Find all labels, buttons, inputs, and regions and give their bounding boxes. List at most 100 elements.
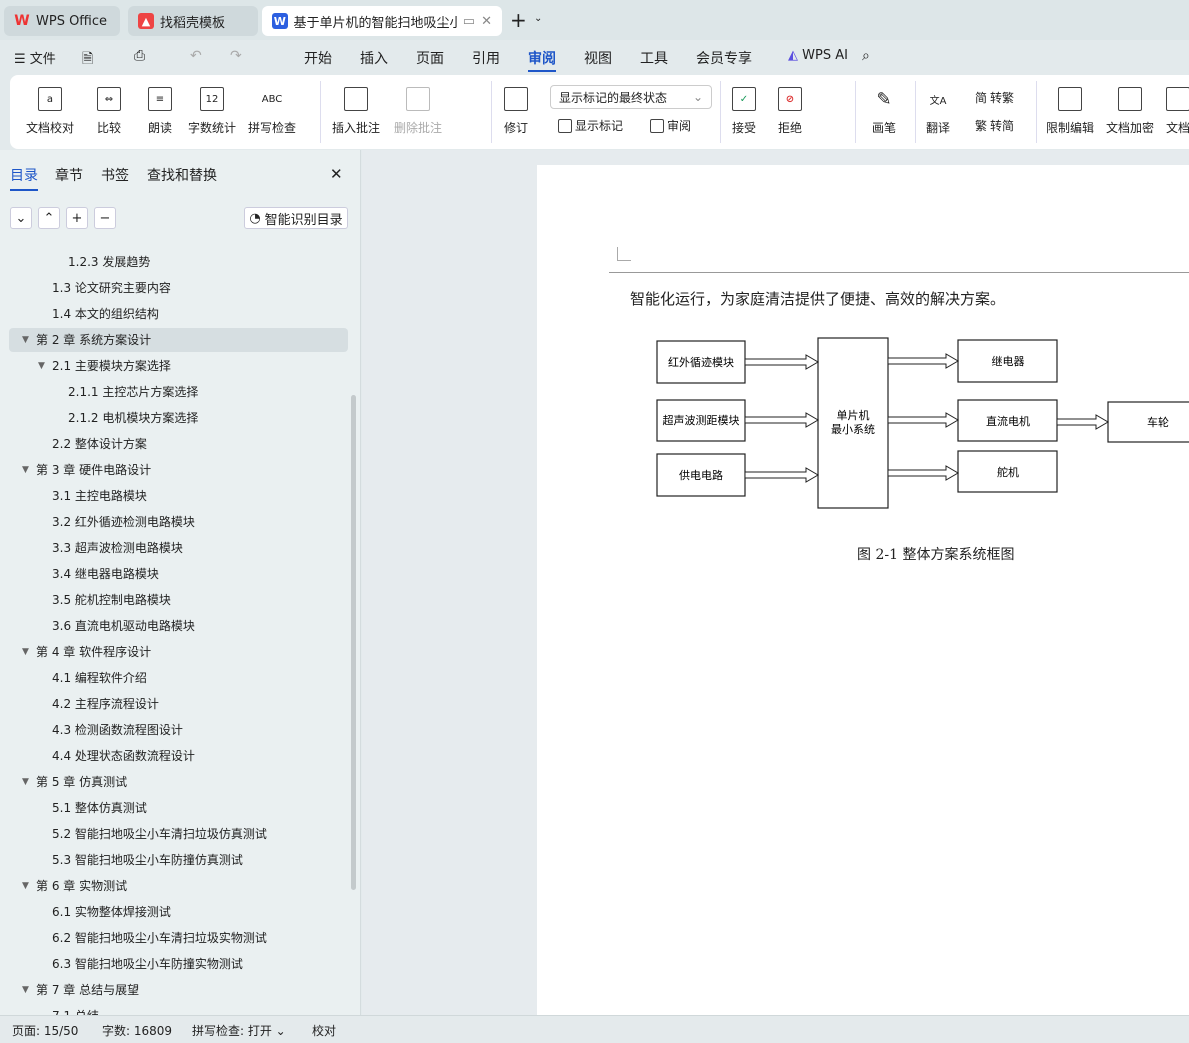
toc-item[interactable]: 1.4 本文的组织结构 [0, 302, 350, 326]
toc-item[interactable]: ▼ 第 3 章 硬件电路设计 [0, 458, 350, 482]
file-menu[interactable]: ☰ 文件 [14, 48, 56, 67]
toc-item[interactable]: 4.2 主程序流程设计 [0, 692, 350, 716]
toc-item-label: 3.1 主控电路模块 [52, 489, 147, 503]
spell-check-button[interactable]: ABC 拼写检查 [248, 75, 296, 136]
spell-check-status[interactable]: 拼写检查: 打开 ⌄ [192, 1022, 286, 1039]
expand-triangle-icon[interactable]: ▼ [38, 354, 45, 378]
redo-icon[interactable]: ↷ [230, 48, 242, 64]
markup-select[interactable]: 显示标记的最终状态 ⌄ [550, 85, 712, 109]
insert-comment-button[interactable]: 插入批注 [332, 75, 380, 136]
word-count[interactable]: 字数: 16809 [102, 1022, 172, 1039]
toc-item[interactable]: 3.3 超声波检测电路模块 [0, 536, 350, 560]
tab-bookmarks[interactable]: 书签 [101, 165, 129, 185]
label-power: 供电电路 [679, 468, 723, 482]
proofread-button[interactable]: a 文档校对 [26, 75, 74, 136]
toc-item[interactable]: 1.3 论文研究主要内容 [0, 276, 350, 300]
to-traditional-button[interactable]: 简转繁 [975, 89, 1014, 106]
label-us: 超声波测距模块 [663, 413, 740, 427]
divider [720, 81, 721, 143]
toc-item[interactable]: ▼ 第 7 章 总结与展望 [0, 978, 350, 1002]
expand-triangle-icon[interactable]: ▼ [22, 978, 29, 1002]
to-simplified-button[interactable]: 繁转简 [975, 117, 1014, 134]
toc-item[interactable]: 4.1 编程软件介绍 [0, 666, 350, 690]
menu-start[interactable]: 开始 [304, 48, 332, 68]
tab-toc[interactable]: 目录 [10, 165, 38, 191]
smart-toc-button[interactable]: ◔ 智能识别目录 [244, 207, 348, 229]
expand-triangle-icon[interactable]: ▼ [22, 640, 29, 664]
expand-triangle-icon[interactable]: ▼ [22, 874, 29, 898]
menu-view[interactable]: 视图 [584, 48, 612, 68]
toc-item[interactable]: 2.1.1 主控芯片方案选择 [0, 380, 350, 404]
toc-item[interactable]: 3.1 主控电路模块 [0, 484, 350, 508]
add-heading-button[interactable]: + [66, 207, 88, 229]
arrow [744, 467, 819, 483]
proofread-status[interactable]: 校对 [312, 1022, 336, 1039]
toc-item[interactable]: 5.3 智能扫地吸尘小车防撞仿真测试 [0, 848, 350, 872]
toc-item[interactable]: 5.1 整体仿真测试 [0, 796, 350, 820]
track-changes-button[interactable]: 修订 [504, 75, 528, 136]
translate-button[interactable]: 文A 翻译 [926, 75, 950, 136]
tab-document[interactable]: W基于单片机的智能扫地吸尘小车▭✕ [262, 6, 502, 36]
toc-item[interactable]: ▼ 第 5 章 仿真测试 [0, 770, 350, 794]
compare-button[interactable]: ⇔ 比较 [97, 75, 121, 136]
new-tab-icon[interactable]: + [510, 8, 527, 32]
toc-item[interactable]: 2.1.2 电机模块方案选择 [0, 406, 350, 430]
toc-item[interactable]: 6.1 实物整体焊接测试 [0, 900, 350, 924]
menu-member[interactable]: 会员专享 [696, 48, 752, 68]
undo-icon[interactable]: ↶ [190, 48, 202, 64]
tab-find-replace[interactable]: 查找和替换 [147, 165, 217, 185]
toc-item[interactable]: 4.3 检测函数流程图设计 [0, 718, 350, 742]
toc-item[interactable]: 5.2 智能扫地吸尘小车清扫垃圾仿真测试 [0, 822, 350, 846]
toc-item[interactable]: 6.3 智能扫地吸尘小车防撞实物测试 [0, 952, 350, 976]
tab-chapters[interactable]: 章节 [55, 165, 83, 185]
toc-item[interactable]: ▼ 第 4 章 软件程序设计 [0, 640, 350, 664]
move-up-button[interactable]: ⌃ [38, 207, 60, 229]
toc-item[interactable]: 4.4 处理状态函数流程设计 [0, 744, 350, 768]
save-icon[interactable]: 🗎 [82, 48, 93, 72]
toc-item[interactable]: 3.6 直流电机驱动电路模块 [0, 614, 350, 638]
accept-button[interactable]: ✓ 接受 [732, 75, 756, 136]
menu-insert[interactable]: 插入 [360, 48, 388, 68]
toc-item[interactable]: ▼ 2.1 主要模块方案选择 [0, 354, 350, 378]
remove-heading-button[interactable]: − [94, 207, 116, 229]
print-icon[interactable]: ⎙ [134, 48, 145, 64]
delete-comment-button[interactable]: 删除批注 [394, 75, 442, 136]
reject-button[interactable]: ⊘ 拒绝 [778, 75, 802, 136]
comment-delete-icon [406, 87, 430, 111]
expand-triangle-icon[interactable]: ▼ [22, 458, 29, 482]
doc-more-button[interactable]: 文档 [1166, 75, 1189, 136]
restrict-edit-button[interactable]: 限制编辑 [1046, 75, 1094, 136]
menu-reference[interactable]: 引用 [472, 48, 500, 68]
toc-item[interactable]: 6.2 智能扫地吸尘小车清扫垃圾实物测试 [0, 926, 350, 950]
chevron-down-icon[interactable]: ⌄ [534, 13, 542, 24]
menu-review[interactable]: 审阅 [528, 48, 556, 72]
toc-item[interactable]: 1.2.3 发展趋势 [0, 250, 350, 274]
encrypt-button[interactable]: 文档加密 [1106, 75, 1154, 136]
toc-item-label: 2.2 整体设计方案 [52, 437, 147, 451]
toc-item[interactable]: 3.5 舵机控制电路模块 [0, 588, 350, 612]
close-tab-icon[interactable]: ✕ [481, 14, 492, 29]
review-pane-button[interactable]: 审阅 [650, 117, 691, 134]
tab-wps-office[interactable]: W WPS Office [4, 6, 120, 36]
toc-item[interactable]: 3.4 继电器电路模块 [0, 562, 350, 586]
expand-triangle-icon[interactable]: ▼ [22, 328, 29, 352]
body-text: 智能化运行，为家庭清洁提供了便捷、高效的解决方案。 [630, 290, 1006, 308]
expand-triangle-icon[interactable]: ▼ [22, 770, 29, 794]
close-icon[interactable]: ✕ [330, 165, 343, 183]
menu-page[interactable]: 页面 [416, 48, 444, 68]
toc-item[interactable]: ▼ 第 2 章 系统方案设计 [9, 328, 348, 352]
toc-item[interactable]: ▼ 第 6 章 实物测试 [0, 874, 350, 898]
tab-docer[interactable]: ▲ 找稻壳模板 [128, 6, 258, 36]
sidebar-scrollbar[interactable] [351, 395, 356, 890]
wps-ai-button[interactable]: ◭ WPS AI [788, 48, 848, 63]
read-aloud-button[interactable]: ≡ 朗读 [148, 75, 172, 136]
toc-item[interactable]: 2.2 整体设计方案 [0, 432, 350, 456]
menu-tools[interactable]: 工具 [640, 48, 668, 68]
word-count-button[interactable]: 12 字数统计 [188, 75, 236, 136]
page-indicator[interactable]: 页面: 15/50 [12, 1022, 78, 1039]
search-icon[interactable]: ⌕ [862, 48, 870, 64]
collapse-all-button[interactable]: ⌄ [10, 207, 32, 229]
show-markup-button[interactable]: 显示标记 [558, 117, 623, 134]
toc-item[interactable]: 3.2 红外循迹检测电路模块 [0, 510, 350, 534]
pen-button[interactable]: ✎ 画笔 [872, 75, 896, 136]
